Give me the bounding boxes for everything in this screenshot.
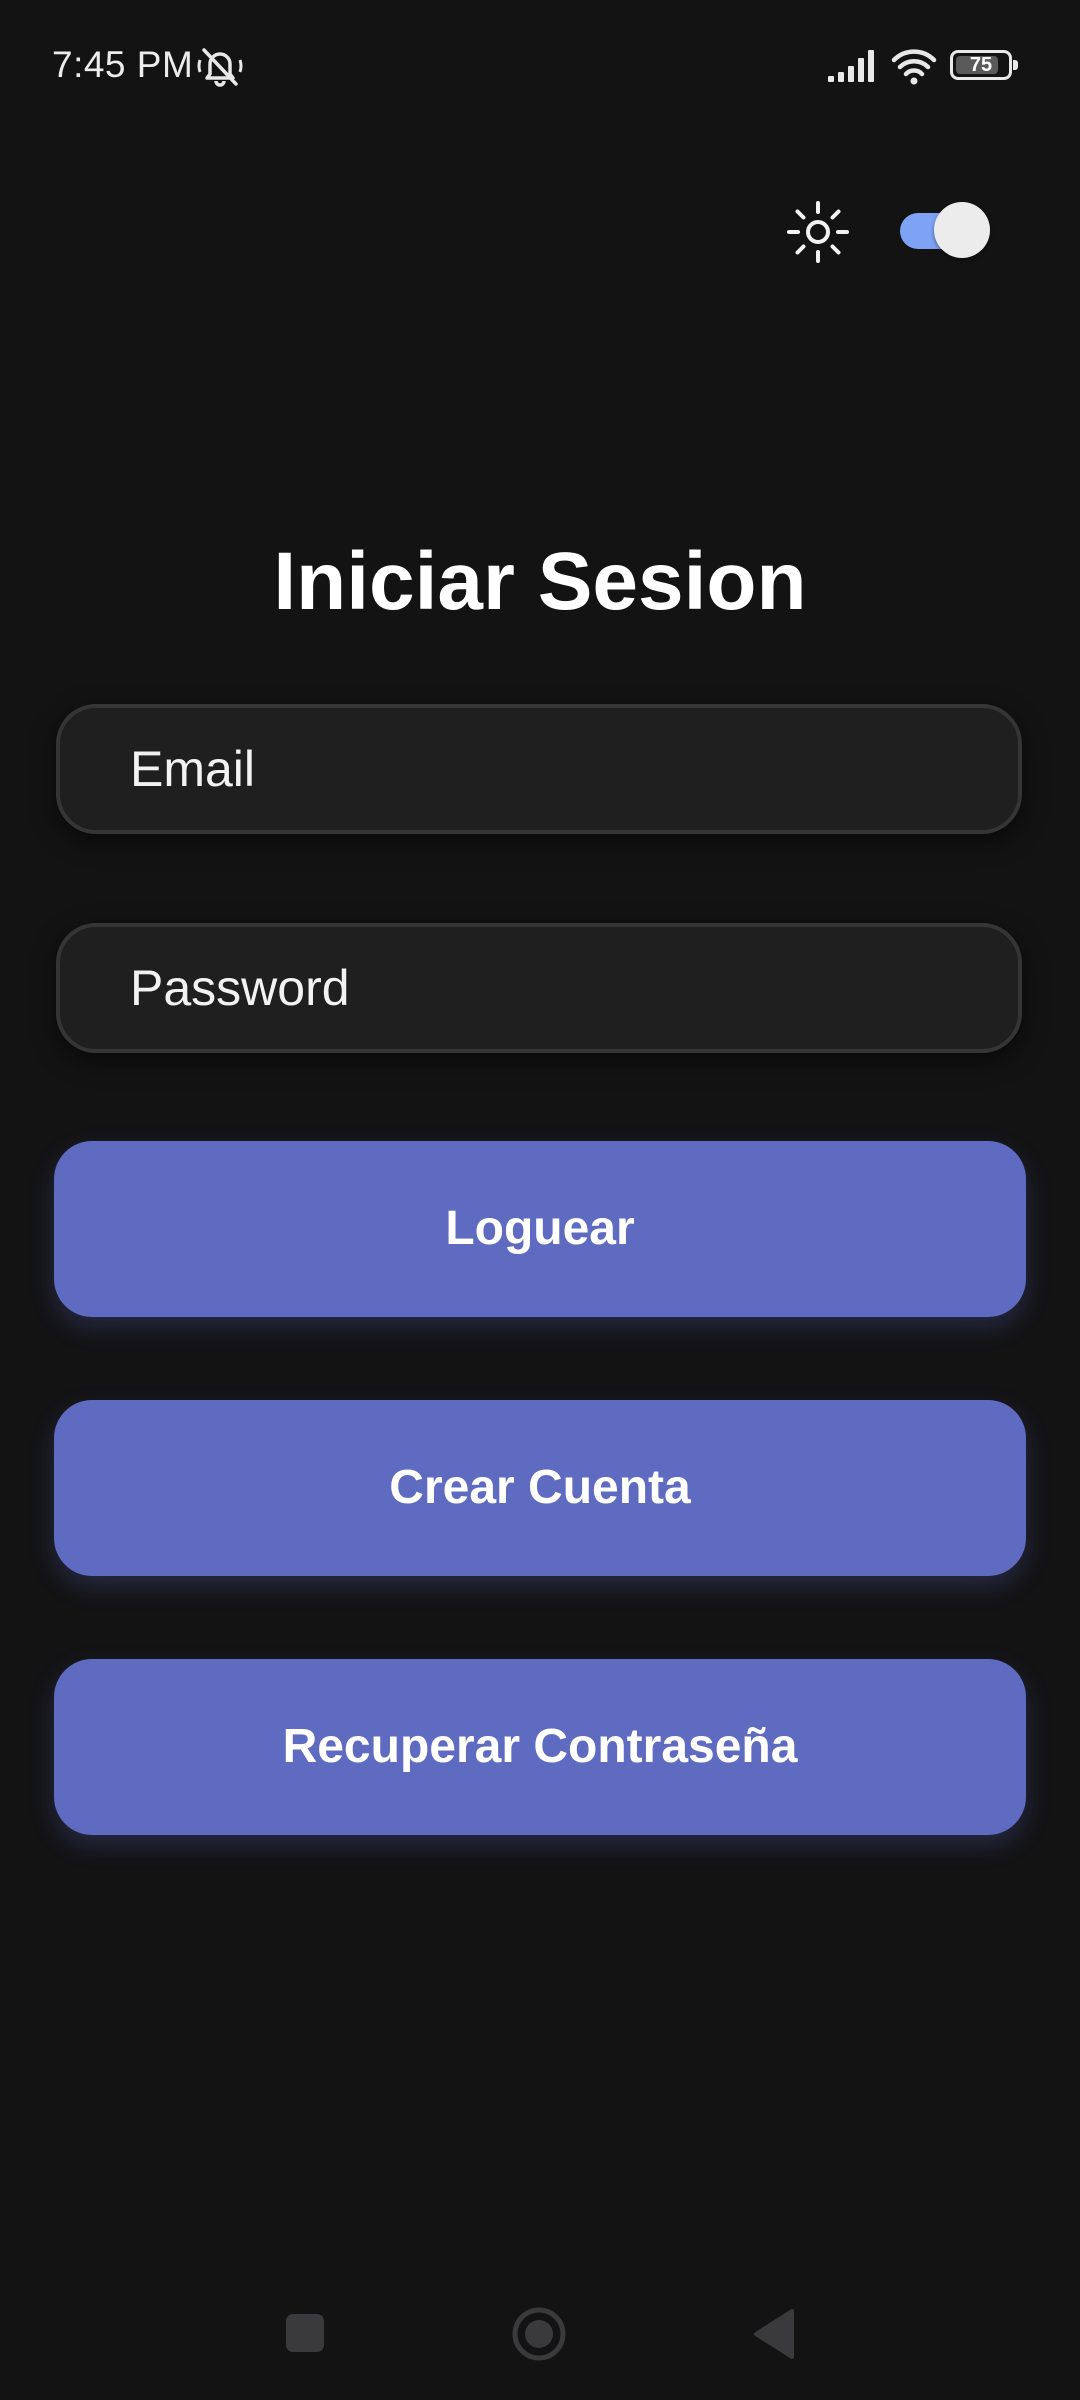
status-bar: 7:45 PM 75 bbox=[0, 0, 1080, 134]
wifi-icon bbox=[891, 49, 937, 85]
sun-icon[interactable] bbox=[786, 200, 850, 264]
password-placeholder: Password bbox=[130, 960, 350, 1016]
page-title: Iniciar Sesion bbox=[273, 536, 807, 627]
recover-password-button[interactable]: Recuperar Contraseña bbox=[54, 1659, 1026, 1835]
email-placeholder: Email bbox=[130, 741, 256, 797]
recents-icon[interactable] bbox=[286, 2314, 324, 2352]
create-account-button[interactable]: Crear Cuenta bbox=[54, 1400, 1026, 1576]
battery-icon: 75 bbox=[950, 50, 1018, 80]
battery-level: 75 bbox=[969, 54, 993, 76]
status-time: 7:45 PM bbox=[52, 44, 194, 85]
password-field[interactable]: Password bbox=[56, 923, 1022, 1053]
home-icon[interactable] bbox=[511, 2306, 567, 2362]
login-button[interactable]: Loguear bbox=[54, 1141, 1026, 1317]
email-field[interactable]: Email bbox=[56, 704, 1022, 834]
back-icon[interactable] bbox=[752, 2308, 796, 2360]
toggle-knob bbox=[934, 202, 990, 258]
theme-toggle[interactable] bbox=[898, 202, 990, 258]
signal-icon bbox=[828, 50, 874, 82]
login-screen: 7:45 PM 75 Iniciar Sesion Email Password… bbox=[0, 0, 1080, 2400]
mute-icon bbox=[197, 48, 243, 87]
